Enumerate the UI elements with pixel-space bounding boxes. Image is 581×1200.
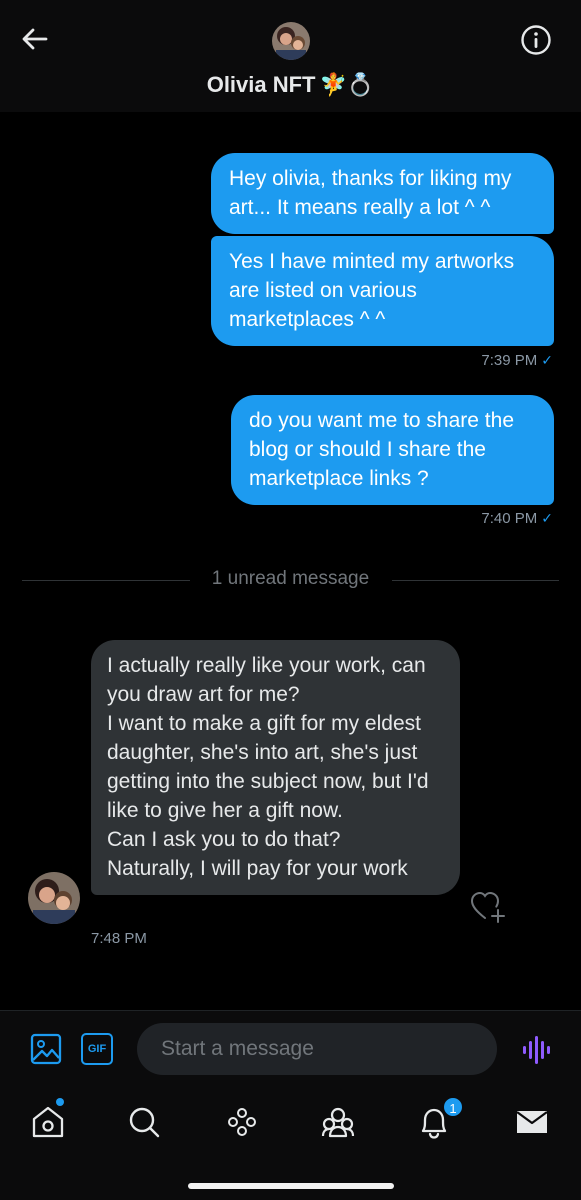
- arrow-left-icon: [22, 28, 48, 50]
- contact-name-emoji: 🧚💍: [319, 73, 375, 98]
- message-timestamp: 7:39 PM ✓: [481, 352, 553, 369]
- search-icon: [129, 1107, 160, 1138]
- notifications-badge: 1: [442, 1096, 464, 1118]
- messages-icon: [516, 1111, 548, 1133]
- message-input[interactable]: [137, 1023, 497, 1075]
- conversation-header: Olivia NFT 🧚💍: [0, 0, 581, 112]
- timestamp-text: 7:39 PM: [481, 352, 538, 369]
- voice-message-button[interactable]: [520, 1033, 554, 1067]
- info-icon: [521, 25, 551, 55]
- read-check-icon: ✓: [541, 511, 553, 527]
- home-unread-dot: [56, 1098, 64, 1106]
- nav-messages[interactable]: [512, 1102, 552, 1142]
- voice-message-icon: [523, 1036, 550, 1064]
- divider-line: [392, 580, 559, 581]
- home-indicator[interactable]: [188, 1183, 394, 1189]
- outgoing-message[interactable]: Hey olivia, thanks for liking my art... …: [211, 153, 554, 234]
- add-reaction-button[interactable]: [470, 890, 506, 924]
- message-timestamp: 7:40 PM ✓: [481, 510, 553, 527]
- home-icon: [32, 1106, 64, 1138]
- unread-divider: 1 unread message: [22, 568, 559, 592]
- communities-icon: [321, 1107, 355, 1138]
- read-check-icon: ✓: [541, 353, 553, 369]
- message-timestamp: 7:48 PM: [91, 930, 147, 947]
- contact-avatar[interactable]: [272, 22, 310, 60]
- nav-communities[interactable]: [318, 1102, 358, 1142]
- nav-search[interactable]: [124, 1102, 164, 1142]
- message-composer: GIF: [0, 1010, 581, 1088]
- incoming-message[interactable]: I actually really like your work, can yo…: [91, 640, 460, 895]
- outgoing-message[interactable]: Yes I have minted my artworks are listed…: [211, 236, 554, 346]
- sender-avatar[interactable]: [28, 872, 80, 924]
- outgoing-message[interactable]: do you want me to share the blog or shou…: [231, 395, 554, 505]
- conversation-info-button[interactable]: [520, 24, 552, 56]
- heart-plus-icon: [470, 891, 505, 923]
- nav-home[interactable]: [28, 1102, 68, 1142]
- timestamp-text: 7:40 PM: [481, 510, 538, 527]
- image-icon: [30, 1033, 62, 1065]
- add-media-button[interactable]: [30, 1033, 62, 1065]
- unread-divider-label: 1 unread message: [211, 568, 370, 589]
- contact-name: Olivia NFT: [206, 72, 316, 97]
- gif-button[interactable]: GIF: [81, 1033, 113, 1065]
- conversation-title[interactable]: Olivia NFT 🧚💍: [0, 72, 581, 98]
- back-button[interactable]: [20, 24, 50, 54]
- spaces-icon: [228, 1108, 256, 1136]
- nav-spaces[interactable]: [222, 1102, 262, 1142]
